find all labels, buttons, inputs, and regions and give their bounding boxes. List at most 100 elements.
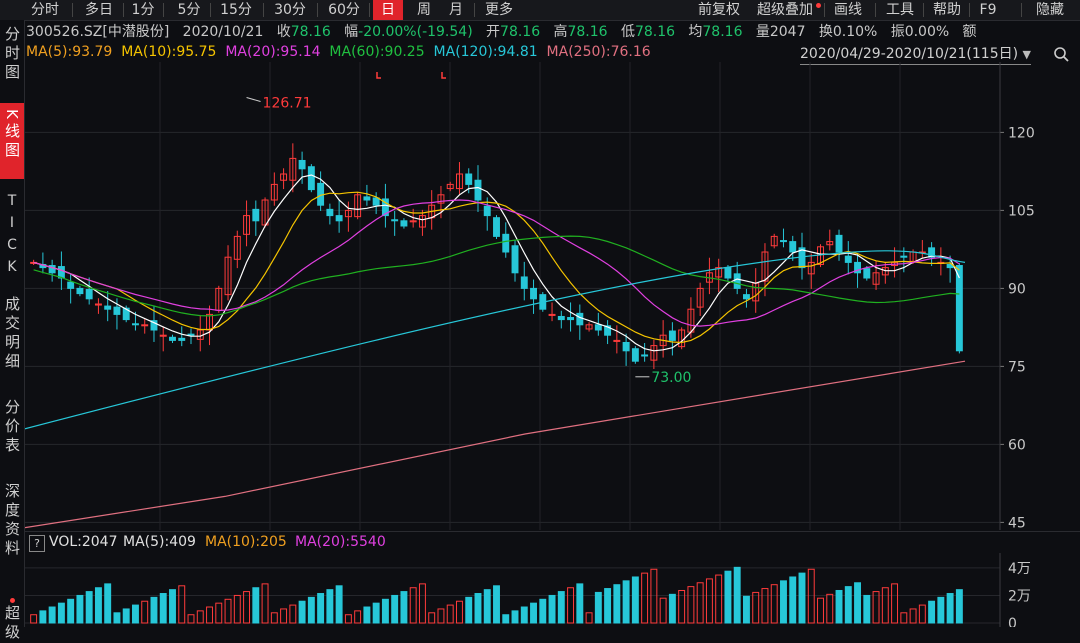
button-yincang[interactable]: 隐藏 [1030,0,1070,20]
button-bangzhu[interactable]: 帮助 [929,0,965,20]
candle-body [955,265,963,352]
volume-bar [289,604,297,624]
tab-fenshi[interactable]: 分时 [24,0,66,20]
volume-bar [567,587,575,624]
volume-bar [881,587,889,624]
button-f9[interactable]: F9 [975,0,1001,20]
y-tick-label: 120 [1008,125,1035,141]
sidebar-item-tick[interactable]: TICK [0,193,24,281]
change-value: -20.00%(-19.54) [358,24,473,40]
candle-body [335,215,343,222]
sidebar-item-chaoji[interactable]: 超级 [0,598,24,643]
sidebar-item-chengjiaomingxi[interactable]: 成交明细 [0,296,24,372]
candle-body [169,336,176,341]
candle-body [863,268,871,279]
ma-legend: MA(5):93.79 MA(10):95.75 MA(20):95.14 MA… [26,42,651,62]
volume-bar [85,591,93,624]
toolbar: 分时 多日 1分 5分 15分 30分 60分 日 周 月 更多 前复权 超级叠… [0,0,1080,21]
help-icon[interactable]: ? [29,535,45,552]
volume-bar [659,597,667,624]
tab-1min[interactable]: 1分 [128,0,158,20]
tab-60min[interactable]: 60分 [323,0,365,20]
amount-label: 额 [962,24,977,40]
volume-bar [280,608,288,624]
volume-bar [604,588,612,624]
volume-bar [465,596,473,624]
candle-body [668,330,676,341]
tab-30min[interactable]: 30分 [269,0,311,20]
volume-bar [131,604,139,624]
volume-bar [483,589,491,624]
avg-label: 均 [688,24,703,40]
open-label: 开 [486,24,501,40]
volume-bar [854,582,862,624]
button-gongju[interactable]: 工具 [882,0,918,20]
volume-bar [224,598,232,624]
volume-bar [381,598,389,624]
volume-bar [48,606,56,624]
volume-bar [57,602,65,624]
candle-body [520,276,528,289]
sidebar-item-fenjiabiao[interactable]: 分价表 [0,399,24,456]
volume-bar [169,589,176,624]
candle-body [141,324,149,327]
volume-bar [918,604,926,624]
button-huaxian[interactable]: 画线 [830,0,866,20]
y-tick-label: 0 [1008,616,1017,627]
tab-day[interactable]: 日 [373,0,403,20]
volume-bar [511,610,519,624]
sidebar-item-shendu[interactable]: 深度资料 [0,483,24,559]
candlestick-chart[interactable]: 120 105 90 75 60 45 126.71 73.00 [25,62,1080,530]
button-qianfuquan[interactable]: 前复权 [694,0,744,20]
tab-15min[interactable]: 15分 [215,0,257,20]
volume-bar [354,610,362,624]
volume-bar [39,610,47,624]
quote-row: 300526.SZ[中潜股份] 2020/10/21 收78.16 幅-20.0… [26,22,977,42]
candle-body [307,166,315,191]
volume-ma10: MA(10):205 [205,534,287,550]
volume-bar [641,572,649,624]
volume-bar [928,600,936,624]
candle-body [530,287,537,300]
volume-bar [474,593,482,624]
y-tick-label: 90 [1008,281,1026,297]
volume-bar [650,568,658,624]
y-tick-label: 2万 [1008,588,1031,604]
volume-bar [206,606,213,624]
candle-body [724,267,732,279]
candle-body [113,306,121,315]
turnover-value: 0.10% [832,24,878,40]
tab-week[interactable]: 周 [409,0,439,20]
volume-bar [687,586,695,624]
candle-body [131,323,139,326]
volume-bar [252,587,260,624]
candle-body [391,219,399,222]
button-chaojidiejia[interactable]: 超级叠加 [753,0,817,20]
volume-bar [622,580,630,624]
volume-bar [946,593,954,624]
candle-body [576,312,584,326]
candle-body [742,294,750,300]
volume-chart[interactable]: 4万 2万 0 [25,553,1080,627]
volume-bar [372,602,380,624]
turnover-label: 换 [818,24,833,40]
volume-bar [807,568,815,624]
amplitude-value: 0.00% [904,24,950,40]
sidebar-item-kxiantu[interactable]: K线图 [0,103,24,179]
vol-value: 2047 [769,24,806,40]
avg-value: 78.16 [702,24,743,40]
tab-5min[interactable]: 5分 [172,0,206,20]
search-icon[interactable] [1052,44,1072,64]
candle-body [789,241,797,253]
ma10-legend: MA(10):95.75 [121,44,217,60]
tab-month[interactable]: 月 [441,0,471,20]
tab-duori[interactable]: 多日 [78,0,120,20]
sidebar-item-fenshitu[interactable]: 分时图 [0,26,24,83]
volume-bar [159,593,167,624]
volume-bar [335,585,343,624]
notification-dot [816,3,821,8]
volume-bar [789,576,797,624]
stock-code: 300526.SZ[中潜股份] [26,24,170,40]
volume-bar [400,591,408,624]
tab-more[interactable]: 更多 [479,0,519,20]
